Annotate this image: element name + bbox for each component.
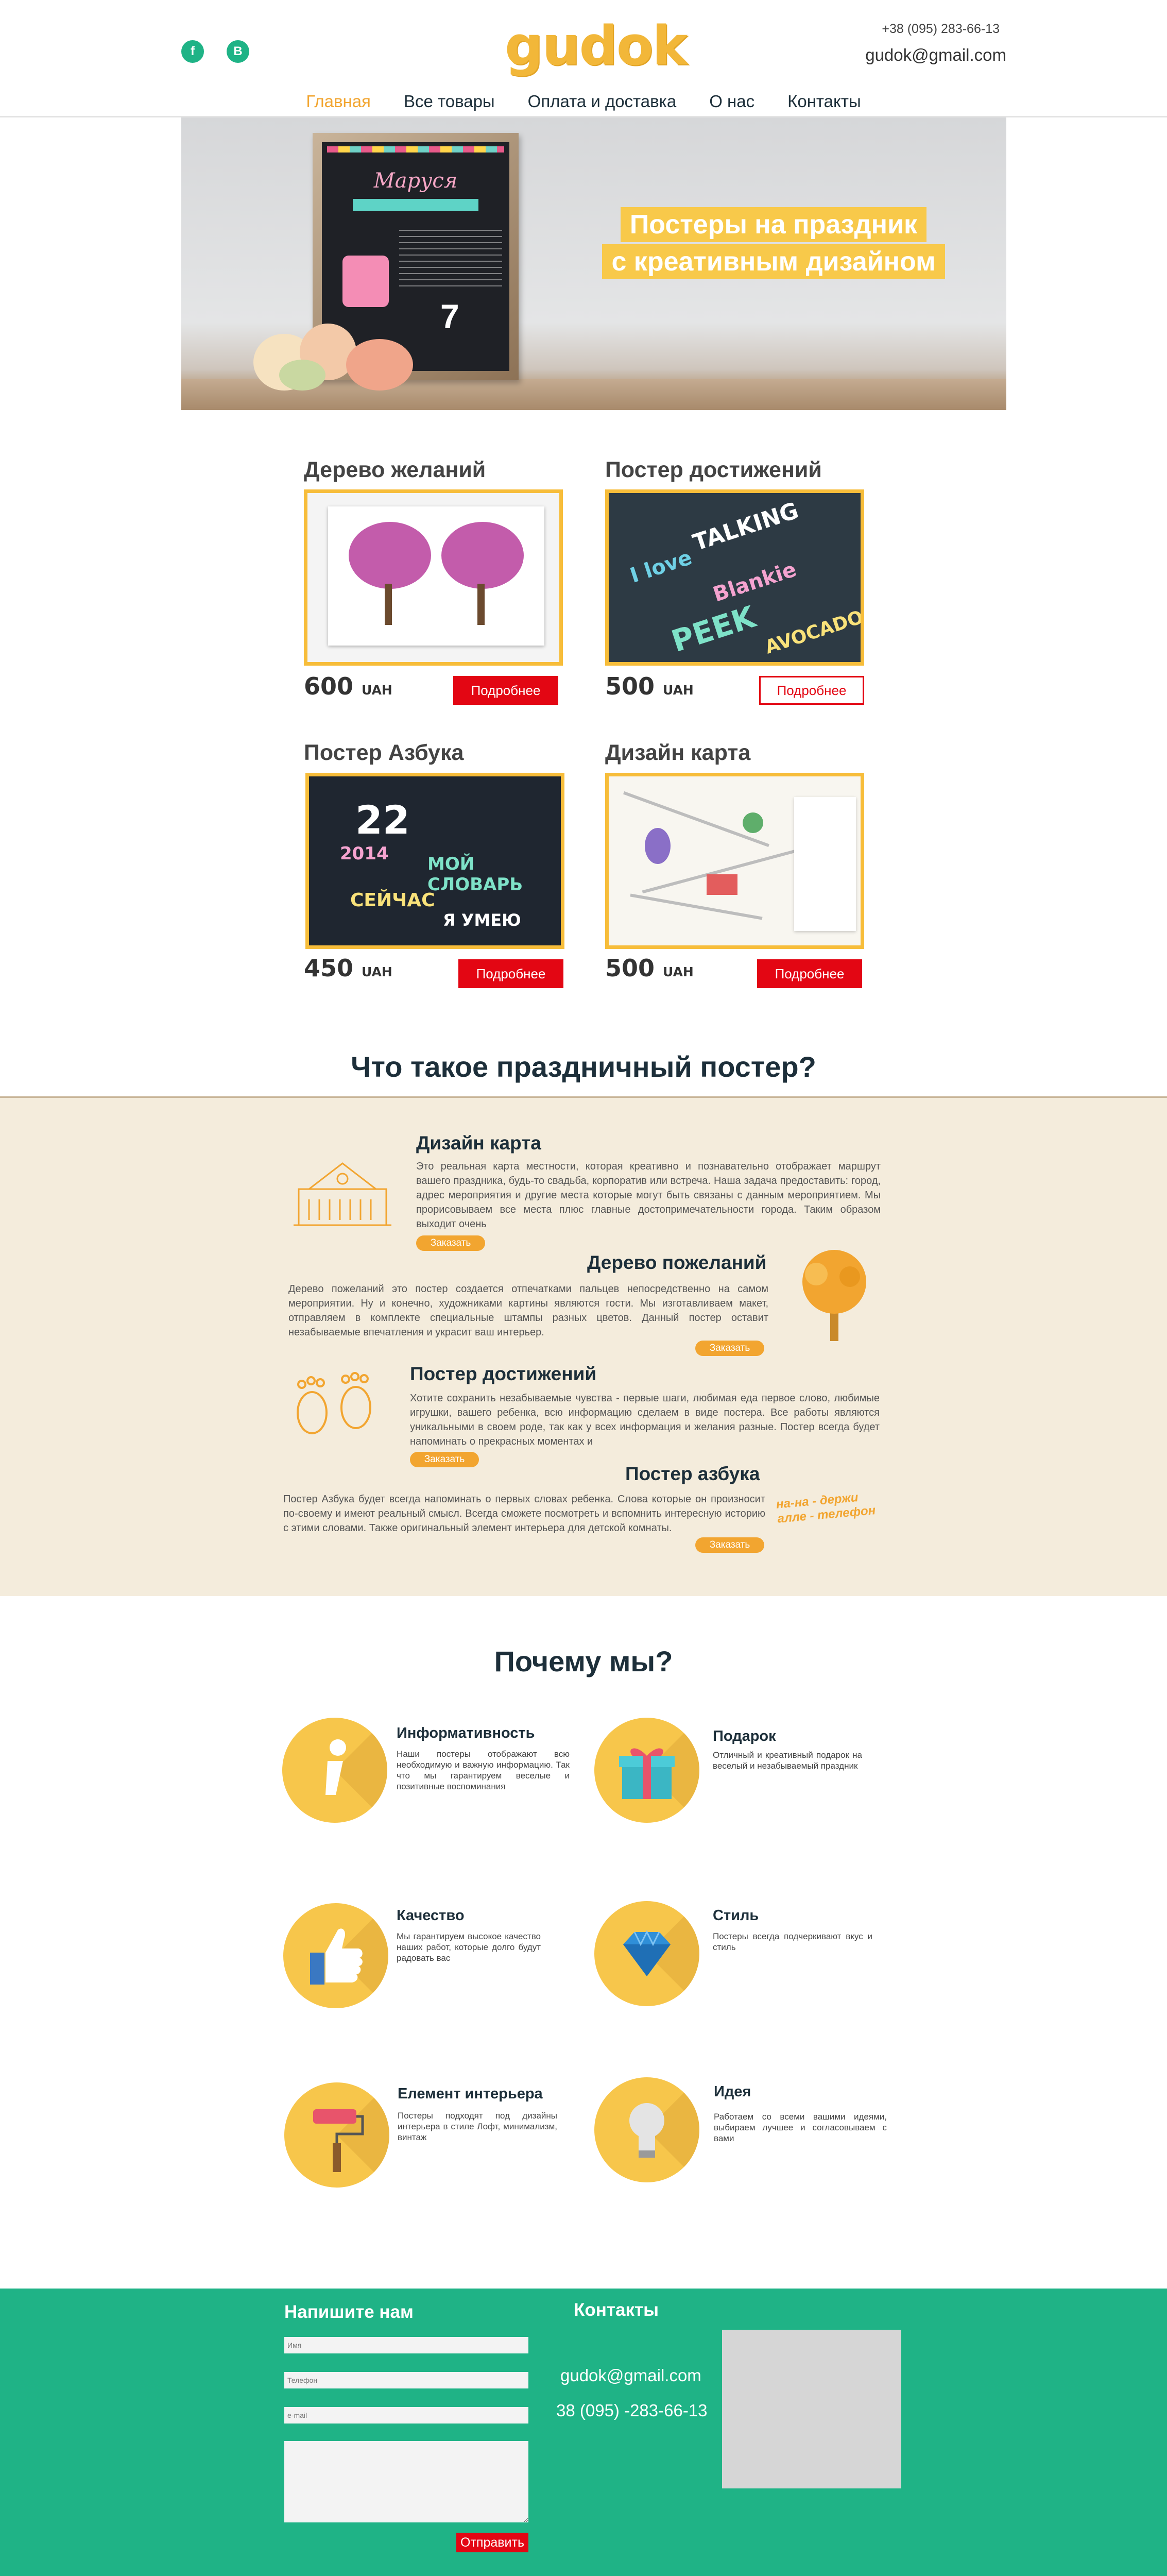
poster-number: 7 <box>440 297 459 335</box>
why-icon-circle <box>594 2077 699 2182</box>
paint-roller-icon <box>313 2109 364 2172</box>
theater-building-icon <box>294 1162 391 1226</box>
hero-banner: Маруся 7 Постеры на праздник с креативны… <box>181 117 1006 410</box>
product-price: 500 UAH <box>605 672 694 700</box>
why-item-title: Информативность <box>397 1725 535 1741</box>
why-item-text: Постеры всегда подчеркивают вкус и стиль <box>713 1931 872 1952</box>
info-title: Дизайн карта <box>416 1132 541 1154</box>
product-price: 500 UAH <box>605 954 694 982</box>
main-nav: Главная Все товары Оплата и доставка О н… <box>0 89 1167 114</box>
product-title: Постер достижений <box>605 457 822 482</box>
why-item-text: Отличный и креативный подарок на веселый… <box>713 1750 862 1771</box>
footer-phone: 38 (095) -283-66-13 <box>556 2401 708 2420</box>
poster-ribbon <box>353 199 478 211</box>
thumbs-up-icon <box>310 1928 363 1985</box>
gift-icon <box>619 1748 675 1799</box>
nav-home[interactable]: Главная <box>289 89 387 114</box>
nav-payment-delivery[interactable]: Оплата и доставка <box>511 89 693 114</box>
poster-name: Маруся <box>373 169 458 193</box>
tree-icon <box>802 1250 866 1341</box>
order-button[interactable]: Заказать <box>416 1235 485 1251</box>
why-item-text: Наши постеры отображают всю необходимую … <box>397 1749 570 1791</box>
hero-headline-line2: с креативным дизайном <box>602 244 945 279</box>
message-field[interactable] <box>284 2441 528 2522</box>
map-placeholder[interactable] <box>722 2330 901 2488</box>
vk-icon[interactable]: B <box>227 40 249 63</box>
why-title: Почему мы? <box>494 1645 673 1677</box>
why-item-title: Стиль <box>713 1907 759 1924</box>
flowers-decoration <box>248 313 418 391</box>
info-text: Это реальная карта местности, которая кр… <box>416 1161 881 1230</box>
bunting-decoration <box>327 146 504 152</box>
product-image-alphabet[interactable]: 22 2014 МОЙ СЛОВАРЬ СЕЙЧАС Я УМЕЮ <box>305 773 564 949</box>
details-button[interactable]: Подробнее <box>458 959 563 988</box>
product-image-wish-tree[interactable] <box>304 489 563 666</box>
contacts-title: Контакты <box>574 2300 659 2320</box>
onesie-illustration <box>342 256 389 307</box>
nav-contacts[interactable]: Контакты <box>771 89 878 114</box>
footprints-icon <box>297 1372 371 1434</box>
product-title: Дерево желаний <box>304 457 486 482</box>
footer <box>0 2289 1167 2576</box>
name-field[interactable] <box>284 2337 528 2353</box>
why-item-text: Мы гарантируем высокое качество наших ра… <box>397 1931 541 1963</box>
why-item-title: Качество <box>397 1907 465 1924</box>
header-email[interactable]: gudok@gmail.com <box>865 45 1006 65</box>
details-button[interactable]: Подробнее <box>453 676 558 705</box>
why-item-title: Елемент интерьера <box>398 2086 543 2102</box>
diamond-icon <box>623 1930 671 1976</box>
write-us-title: Напишите нам <box>284 2302 414 2322</box>
hero-headline-line1: Постеры на праздник <box>620 207 927 242</box>
order-button[interactable]: Заказать <box>695 1537 764 1553</box>
why-item-title: Идея <box>714 2083 751 2100</box>
why-item-text: Постеры подходят под дизайны интерьера в… <box>398 2111 557 2142</box>
what-is-title: Что такое праздничный постер? <box>351 1050 816 1083</box>
footer-email[interactable]: gudok@gmail.com <box>560 2366 701 2385</box>
facebook-icon[interactable]: f <box>181 40 204 63</box>
product-title: Дизайн карта <box>605 740 751 765</box>
info-text: Хотите сохранить незабываемые чувства - … <box>410 1393 880 1447</box>
product-title: Постер Азбука <box>304 740 464 765</box>
info-icon <box>325 1739 346 1795</box>
why-icon-circle <box>282 1718 387 1823</box>
send-button[interactable]: Отправить <box>456 2533 528 2552</box>
info-text: Постер Азбука будет всегда напоминать о … <box>283 1494 765 1534</box>
why-icon-circle <box>594 1901 699 2006</box>
phone-field[interactable] <box>284 2372 528 2388</box>
info-title: Дерево пожеланий <box>587 1252 767 1273</box>
product-image-design-map[interactable] <box>605 773 864 949</box>
logo[interactable]: gudok <box>505 18 688 74</box>
order-button[interactable]: Заказать <box>410 1452 479 1467</box>
details-button[interactable]: Подробнее <box>759 676 864 705</box>
info-title: Постер азбука <box>625 1463 760 1484</box>
why-icon-circle <box>594 1718 699 1823</box>
why-icon-circle <box>283 1903 388 2008</box>
product-price: 450 UAH <box>304 954 392 982</box>
info-title: Постер достижений <box>410 1363 597 1384</box>
nav-all-products[interactable]: Все товары <box>387 89 511 114</box>
email-field[interactable] <box>284 2407 528 2424</box>
hero-headline: Постеры на праздник с креативным дизайно… <box>562 206 985 280</box>
why-item-text: Работаем со всеми вашими идеями, выбирае… <box>714 2112 887 2143</box>
header-phone: +38 (095) 283-66-13 <box>882 22 1000 36</box>
product-price: 600 UAH <box>304 672 392 700</box>
why-item-title: Подарок <box>713 1728 776 1744</box>
lightbulb-icon <box>629 2103 664 2158</box>
nav-about[interactable]: О нас <box>693 89 771 114</box>
info-text: Дерево пожеланий это постер создается от… <box>288 1283 768 1338</box>
details-button[interactable]: Подробнее <box>757 959 862 988</box>
wish-tree-poster <box>328 506 544 646</box>
order-button[interactable]: Заказать <box>695 1341 764 1356</box>
product-image-achievements[interactable]: TALKING I love Blankie PEEK AVOCADO <box>605 489 864 666</box>
why-icon-circle <box>284 2082 389 2188</box>
poster-text-lines <box>399 225 502 286</box>
